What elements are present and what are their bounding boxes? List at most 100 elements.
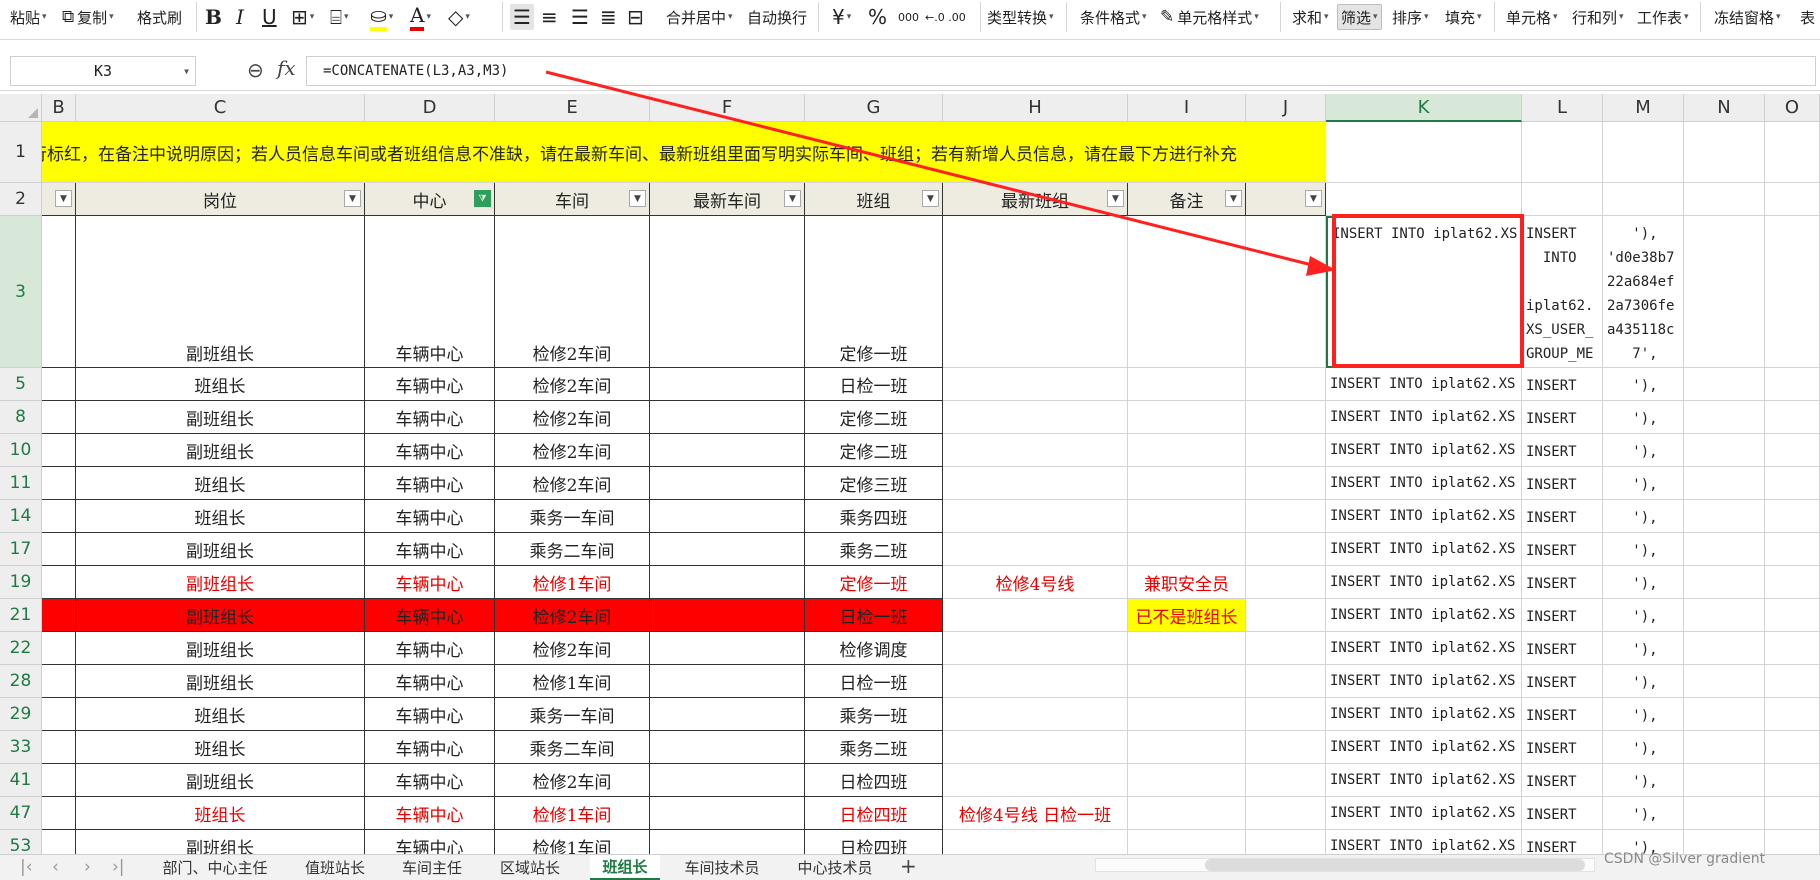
cell-post[interactable]: 班组长 [76, 467, 365, 500]
cell-center[interactable]: 车辆中心 [365, 830, 495, 854]
cell-remark[interactable] [1128, 368, 1246, 401]
wrap-text-button[interactable]: 自动换行 [747, 4, 807, 30]
filter-active-icon[interactable]: ⧩ [474, 190, 491, 207]
distribute-button[interactable]: ⊟ [627, 4, 644, 30]
cell[interactable] [1246, 401, 1326, 434]
cell[interactable] [1603, 183, 1684, 216]
cell-remark[interactable] [1128, 434, 1246, 467]
cell-post[interactable]: 副班组长 [76, 533, 365, 566]
cell-workshop[interactable]: 检修2车间 [495, 368, 650, 401]
cell-team[interactable]: 日检四班 [805, 797, 943, 830]
cell-new-team[interactable] [943, 467, 1128, 500]
sheet-tab[interactable]: 班组长 [590, 855, 660, 880]
cell-post[interactable]: 副班组长 [76, 401, 365, 434]
cell[interactable] [1765, 731, 1820, 764]
cell-remark[interactable] [1128, 731, 1246, 764]
cell[interactable] [1765, 533, 1820, 566]
justify-button[interactable]: ≣ [600, 4, 617, 30]
cell-sql-part[interactable]: INSERT [1522, 764, 1603, 797]
cell-new-team[interactable] [943, 599, 1128, 632]
cell-team[interactable]: 日检一班 [805, 368, 943, 401]
cell[interactable] [1765, 599, 1820, 632]
last-sheet-icon[interactable]: ›| [112, 857, 125, 877]
cell-new-team[interactable] [943, 632, 1128, 665]
function-icon[interactable]: fx [277, 56, 296, 80]
cell[interactable] [1684, 698, 1765, 731]
cell-sql-part[interactable]: '), [1603, 665, 1684, 698]
cell-post[interactable]: 副班组长 [76, 830, 365, 854]
cell-workshop[interactable]: 乘务一车间 [495, 698, 650, 731]
cell-post[interactable]: 副班组长 [76, 434, 365, 467]
cell-team[interactable]: 乘务二班 [805, 533, 943, 566]
cell[interactable] [1765, 500, 1820, 533]
cell-sql-part[interactable]: INSERT [1522, 731, 1603, 764]
cell-team[interactable]: 乘务四班 [805, 500, 943, 533]
row-col-button[interactable]: 行和列 ▾ [1572, 4, 1624, 30]
cell-sql-part[interactable]: INSERT [1522, 500, 1603, 533]
cell-center[interactable]: 车辆中心 [365, 533, 495, 566]
column-header-i[interactable]: I [1128, 94, 1246, 122]
cell[interactable] [1603, 122, 1684, 183]
header-remark[interactable]: 备注 ▼ [1128, 183, 1246, 216]
cell[interactable] [1765, 467, 1820, 500]
fill-color-button[interactable]: ⛀ ▾ [370, 3, 393, 31]
cell[interactable] [42, 566, 76, 599]
cell[interactable] [42, 764, 76, 797]
cell-team[interactable]: 乘务二班 [805, 731, 943, 764]
cell-team[interactable]: 日检一班 [805, 665, 943, 698]
fill-button[interactable]: 填充 ▾ [1445, 4, 1482, 30]
filter-dropdown-icon[interactable]: ▼ [1225, 190, 1242, 207]
cell[interactable] [1684, 599, 1765, 632]
cell[interactable] [1684, 401, 1765, 434]
cell-team[interactable]: 定修二班 [805, 401, 943, 434]
cell-sql-part[interactable]: '), [1603, 632, 1684, 665]
cell[interactable] [42, 533, 76, 566]
cell[interactable] [1246, 731, 1326, 764]
paste-button[interactable]: 粘贴 ▾ [10, 4, 47, 30]
cell[interactable] [1765, 566, 1820, 599]
cell[interactable] [1246, 500, 1326, 533]
cell[interactable] [1684, 216, 1765, 368]
cell-sql-part[interactable]: '), [1603, 566, 1684, 599]
cell[interactable] [1765, 665, 1820, 698]
filter-dropdown-icon[interactable]: ▼ [1305, 190, 1322, 207]
cell-remark[interactable] [1128, 533, 1246, 566]
row-header[interactable]: 53 [0, 830, 42, 854]
cell[interactable] [1684, 434, 1765, 467]
cell[interactable] [1246, 368, 1326, 401]
row-header[interactable]: 17 [0, 533, 42, 566]
sum-button[interactable]: 求和 ▾ [1292, 4, 1329, 30]
name-box[interactable]: K3 ▼ [10, 56, 196, 86]
cell[interactable] [1522, 122, 1603, 183]
cell-new-team[interactable] [943, 764, 1128, 797]
formula-input[interactable]: =CONCATENATE(L3,A3,M3) [306, 56, 1816, 86]
cell-new-team[interactable] [943, 216, 1128, 368]
cell-format-button[interactable]: ⌸ ▾ [330, 4, 349, 30]
cell[interactable] [1522, 183, 1603, 216]
cell[interactable] [1684, 764, 1765, 797]
cell-new-team[interactable]: 检修4号线 日检一班 [943, 797, 1128, 830]
column-header-n[interactable]: N [1684, 94, 1765, 122]
cell-sql-part[interactable]: '), [1603, 731, 1684, 764]
header-center[interactable]: 中心 ⧩ [365, 183, 495, 216]
cell-sql-part[interactable]: INSERT [1522, 467, 1603, 500]
bold-button[interactable]: B [205, 4, 222, 30]
cell-team[interactable]: 定修一班 [805, 566, 943, 599]
cell-workshop[interactable]: 乘务二车间 [495, 731, 650, 764]
sheet-tab[interactable]: 车间技术员 [672, 855, 772, 880]
cell-sql-output[interactable]: INSERT INTO iplat62.XS [1326, 216, 1522, 368]
cell[interactable] [1246, 632, 1326, 665]
cell-center[interactable]: 车辆中心 [365, 467, 495, 500]
percent-button[interactable]: % [868, 4, 887, 30]
chevron-down-icon[interactable]: ▼ [184, 67, 189, 76]
cell-remark[interactable] [1128, 830, 1246, 854]
cell-remark[interactable] [1128, 665, 1246, 698]
header-post[interactable]: 岗位 ▼ [76, 183, 365, 216]
cell-center[interactable]: 车辆中心 [365, 401, 495, 434]
cell[interactable] [1246, 830, 1326, 854]
align-left-button[interactable]: ☰ [510, 4, 534, 30]
cell-sql-part[interactable]: INSERT [1522, 599, 1603, 632]
cell[interactable] [42, 632, 76, 665]
cell-workshop[interactable]: 检修2车间 [495, 216, 650, 368]
row-header[interactable]: 29 [0, 698, 42, 731]
